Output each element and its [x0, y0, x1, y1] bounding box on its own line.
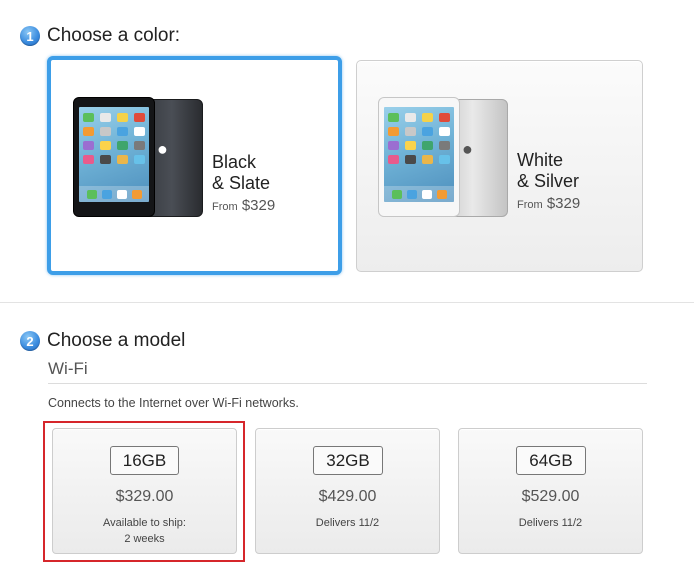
capacity-label: 32GB: [313, 446, 383, 475]
model-price: $529.00: [521, 488, 580, 505]
connectivity-title: Wi-Fi: [48, 359, 88, 378]
shipping-info: Available to ship: 2 weeks: [53, 515, 236, 547]
model-option-64gb[interactable]: 64GB $529.00 Delivers 11/2: [458, 428, 643, 554]
color-option-black-slate[interactable]: ● Black & Slate From $329: [47, 56, 342, 275]
shipping-info: Delivers 11/2: [256, 515, 439, 531]
shipping-info: Delivers 11/2: [459, 515, 642, 531]
apple-logo-icon: ●: [462, 139, 473, 159]
shipping-line1: Available to ship:: [103, 517, 186, 529]
from-label: From: [517, 199, 543, 211]
ipad-black-image: ●: [73, 97, 205, 219]
color-name-line2: & Silver: [517, 171, 580, 191]
from-label: From: [212, 201, 238, 213]
section-divider: [0, 302, 694, 303]
color-name-black-slate: Black & Slate: [212, 152, 270, 194]
apple-logo-icon: ●: [157, 139, 168, 159]
capacity-label: 16GB: [110, 446, 179, 475]
color-name-line1: White: [517, 150, 564, 170]
step-2-heading: 2 Choose a model: [20, 330, 185, 352]
connectivity-description: Connects to the Internet over Wi-Fi netw…: [48, 396, 299, 410]
connectivity-divider: [48, 383, 647, 384]
model-option-32gb[interactable]: 32GB $429.00 Delivers 11/2: [255, 428, 440, 554]
shipping-line1: Delivers 11/2: [315, 517, 380, 529]
model-price: $329.00: [115, 488, 174, 505]
shipping-line1: Delivers 11/2: [518, 517, 583, 529]
color-name-line1: Black: [212, 152, 257, 172]
step-2-title: Choose a model: [47, 330, 186, 351]
step-1-title: Choose a color:: [47, 25, 181, 46]
capacity-label: 64GB: [516, 446, 586, 475]
color-option-white-silver[interactable]: ● White & Silver From $329: [356, 60, 643, 272]
color-name-white-silver: White & Silver: [517, 150, 579, 192]
color-name-line2: & Slate: [212, 173, 271, 193]
color-price-black-slate: From $329: [212, 197, 275, 214]
price-value: $329: [241, 197, 276, 214]
ipad-white-image: ●: [378, 97, 510, 219]
step-1-heading: 1 Choose a color:: [20, 25, 180, 47]
shipping-line2: 2 weeks: [124, 533, 165, 545]
model-price: $429.00: [318, 488, 377, 505]
step-1-number-icon: 1: [20, 26, 40, 46]
color-price-white-silver: From $329: [517, 195, 580, 212]
step-2-number-icon: 2: [20, 331, 40, 351]
model-option-16gb[interactable]: 16GB $329.00 Available to ship: 2 weeks: [52, 428, 237, 554]
price-value: $329: [546, 195, 581, 212]
